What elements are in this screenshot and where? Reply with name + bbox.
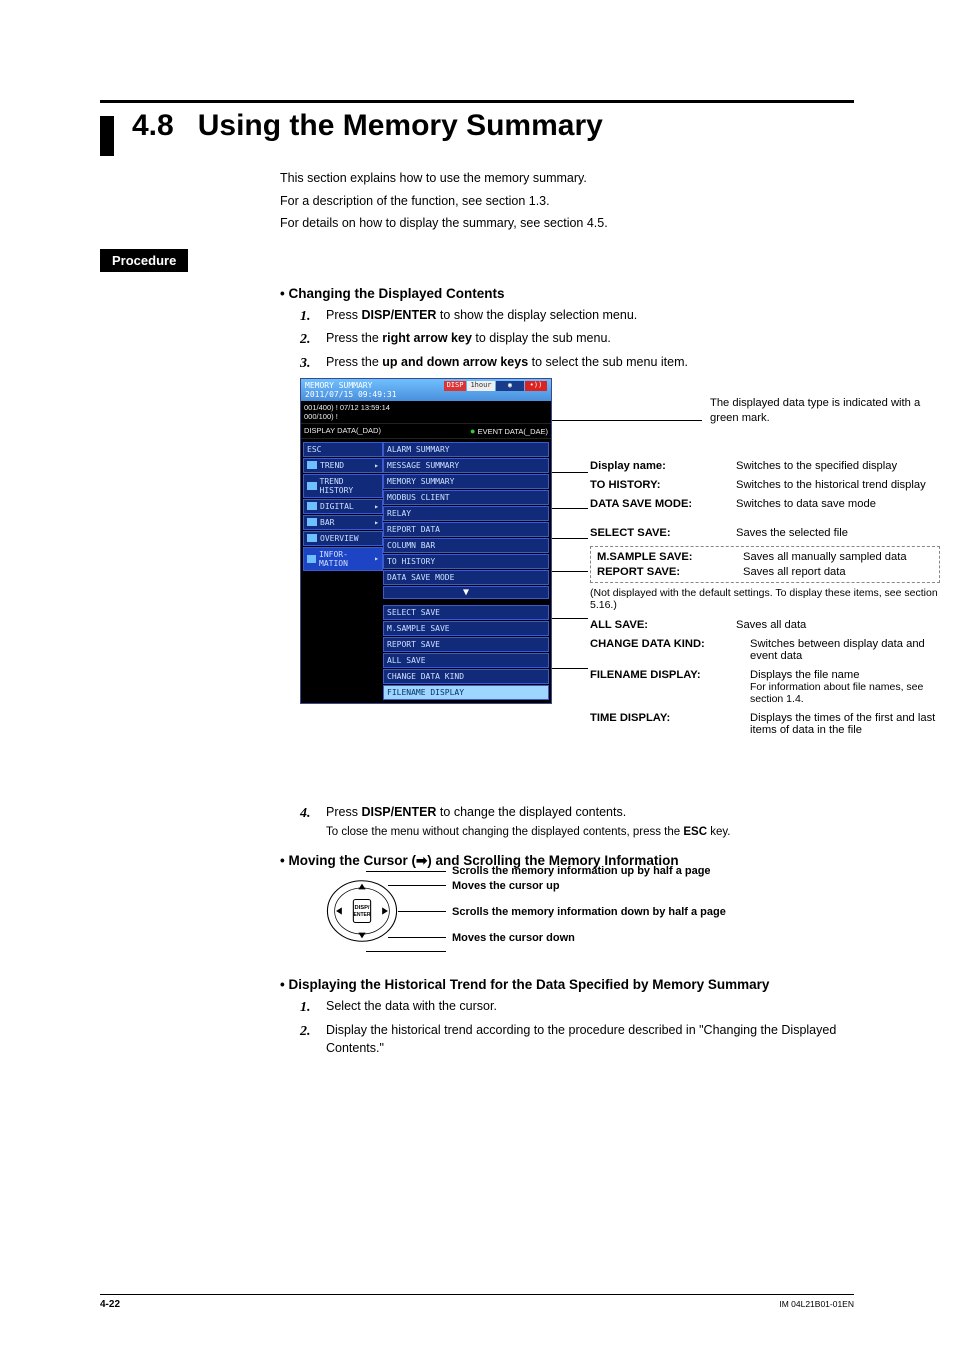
intro-line: For a description of the function, see s… — [280, 190, 854, 213]
intro-block: This section explains how to use the mem… — [280, 167, 854, 235]
subheading-historical-trend: Displaying the Historical Trend for the … — [280, 977, 854, 992]
top-rule — [100, 100, 854, 103]
camera-icon: ◉ — [496, 381, 524, 391]
submenu-item[interactable]: MESSAGE SUMMARY — [383, 458, 549, 473]
menu-trend[interactable]: TREND▸ — [303, 458, 383, 473]
page-title: 4.8 Using the Memory Summary — [100, 109, 854, 143]
annotation-table: Display name:Switches to the specified d… — [590, 460, 940, 743]
arrow-down-icon[interactable]: ▼ — [383, 586, 549, 599]
svg-text:DISP/: DISP/ — [354, 905, 369, 911]
history-icon — [307, 482, 317, 490]
step-2: 2.Display the historical trend according… — [300, 1021, 854, 1059]
step-1: 1.Select the data with the cursor. — [300, 997, 854, 1016]
signal-icon: •)) — [525, 381, 547, 391]
step-2: 2.Press the right arrow key to display t… — [300, 329, 854, 348]
figure-wrap: MEMORY SUMMARY 2011/07/15 09:49:31 DISP … — [300, 378, 940, 798]
submenu-item[interactable]: TO HISTORY — [383, 554, 549, 569]
screenshot-infobar: 001/400) ! 07/12 13:59:14000/100) ! — [301, 401, 551, 424]
annotation-datatype: The displayed data type is indicated wit… — [710, 396, 930, 426]
intro-line: For details on how to display the summar… — [280, 212, 854, 235]
callout-line — [552, 472, 588, 473]
trend-icon — [307, 461, 317, 469]
section-number: 4.8 — [132, 109, 174, 143]
disp-event-badge: DISP — [444, 381, 466, 391]
page: 4.8 Using the Memory Summary This section… — [0, 0, 954, 1350]
submenu-item[interactable]: ALL SAVE — [383, 653, 549, 668]
subheading-changing: Changing the Displayed Contents — [280, 286, 854, 301]
steps-list: 1.Press DISP/ENTER to show the display s… — [300, 306, 854, 372]
arrow-right-icon: ➡ — [416, 853, 427, 868]
callout-line — [552, 538, 588, 539]
menu-overview[interactable]: OVERVIEW — [303, 531, 383, 546]
callout-line — [552, 508, 588, 509]
submenu-item[interactable]: DATA SAVE MODE — [383, 570, 549, 585]
procedure-heading: Procedure — [100, 249, 188, 272]
callout-line — [552, 618, 588, 619]
menu-esc[interactable]: ESC — [303, 442, 383, 457]
callout-line — [552, 668, 588, 669]
menu-bar[interactable]: BAR▸ — [303, 515, 383, 530]
nav-label: Moves the cursor down — [452, 932, 575, 944]
step-1: 1.Press DISP/ENTER to show the display s… — [300, 306, 854, 325]
section-marker — [100, 116, 114, 156]
steps-list-contd: 4.Press DISP/ENTER to change the display… — [300, 803, 854, 841]
submenu-item[interactable]: REPORT SAVE — [383, 637, 549, 652]
page-number: 4-22 — [100, 1299, 120, 1310]
annotation-note: (Not displayed with the default settings… — [590, 587, 940, 611]
screenshot-left-menu: ESC TREND▸ TREND HISTORY DIGITAL▸ BAR▸ O… — [303, 441, 383, 701]
page-footer: 4-22 IM 04L21B01-01EN — [100, 1294, 854, 1310]
digital-icon — [307, 502, 317, 510]
menu-digital[interactable]: DIGITAL▸ — [303, 499, 383, 514]
dpad-figure: DISP/ ENTER Scrolls the memory informati… — [326, 871, 866, 971]
dpad-icon: DISP/ ENTER — [326, 875, 398, 952]
step-4: 4.Press DISP/ENTER to change the display… — [300, 803, 854, 841]
dashed-note-box: M.SAMPLE SAVE:Saves all manually sampled… — [590, 546, 940, 583]
submenu-item[interactable]: COLUMN BAR — [383, 538, 549, 553]
submenu-item[interactable]: M.SAMPLE SAVE — [383, 621, 549, 636]
nav-label: Moves the cursor up — [452, 880, 560, 892]
overview-icon — [307, 534, 317, 542]
intro-line: This section explains how to use the mem… — [280, 167, 854, 190]
section-title: Using the Memory Summary — [198, 109, 603, 142]
submenu-item[interactable]: MODBUS CLIENT — [383, 490, 549, 505]
screenshot-right-menu: ALARM SUMMARY MESSAGE SUMMARY MEMORY SUM… — [383, 441, 549, 701]
doc-id: IM 04L21B01-01EN — [779, 1299, 854, 1310]
steps-list-3: 1.Select the data with the cursor. 2.Dis… — [300, 997, 854, 1058]
submenu-item[interactable]: RELAY — [383, 506, 549, 521]
nav-label: Scrolls the memory information up by hal… — [452, 865, 711, 877]
callout-line — [552, 571, 588, 572]
callout-line — [552, 420, 702, 421]
menu-information[interactable]: INFOR-MATION▸ — [303, 547, 383, 571]
submenu-item[interactable]: SELECT SAVE — [383, 605, 549, 620]
nav-label: Scrolls the memory information down by h… — [452, 906, 726, 918]
submenu-item[interactable]: CHANGE DATA KIND — [383, 669, 549, 684]
submenu-item[interactable]: MEMORY SUMMARY — [383, 474, 549, 489]
bar-icon — [307, 518, 317, 526]
screenshot: MEMORY SUMMARY 2011/07/15 09:49:31 DISP … — [300, 378, 552, 704]
step-3: 3.Press the up and down arrow keys to se… — [300, 353, 854, 372]
screenshot-titlebar: MEMORY SUMMARY 2011/07/15 09:49:31 DISP … — [301, 379, 551, 401]
svg-text:ENTER: ENTER — [353, 912, 370, 918]
submenu-filename-display[interactable]: FILENAME DISPLAY — [383, 685, 549, 700]
submenu-item[interactable]: ALARM SUMMARY — [383, 442, 549, 457]
submenu-item[interactable]: REPORT DATA — [383, 522, 549, 537]
menu-trend-history[interactable]: TREND HISTORY — [303, 474, 383, 498]
info-icon — [307, 555, 316, 563]
